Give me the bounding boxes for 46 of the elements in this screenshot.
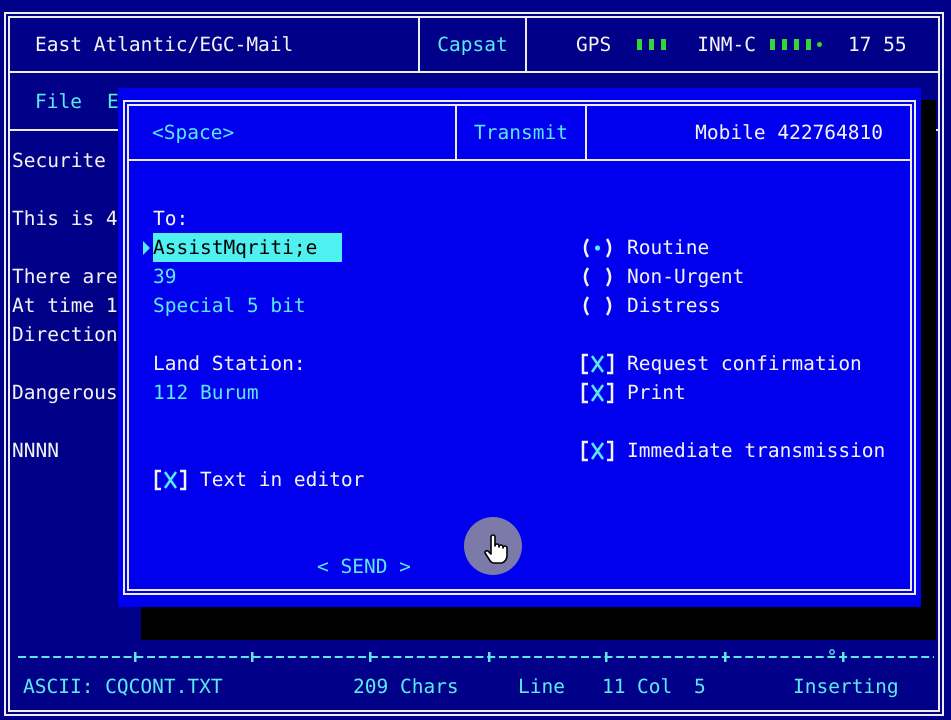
editor-line: This is 4: [12, 206, 118, 232]
checkbox-icon[interactable]: [580, 352, 615, 374]
triangle-marker-icon: [143, 240, 150, 254]
editor-line: NNNN: [12, 438, 59, 464]
signal-bars-icon: [770, 39, 822, 50]
column-label: Col: [637, 674, 672, 700]
checkbox-icon[interactable]: [153, 468, 188, 490]
file-status: ASCII: CQCONT.TXT: [23, 674, 223, 700]
dialog-title: Transmit: [474, 120, 568, 146]
app-name: Capsat: [437, 32, 508, 58]
hand-cursor-icon: [464, 517, 522, 575]
recipient-entry[interactable]: 39: [153, 262, 176, 291]
mode-indicator: Inserting: [793, 674, 899, 700]
signal-bars-icon: [637, 39, 666, 50]
menu-item[interactable]: File: [35, 86, 82, 116]
radio-label: Distress: [627, 293, 721, 319]
key-hint: <Space>: [152, 120, 234, 146]
line-number: 11: [602, 674, 626, 700]
clock-time: 17 55: [848, 32, 907, 58]
option-label: Text in editor: [200, 467, 364, 493]
editor-line: There are: [12, 264, 118, 290]
menu-item[interactable]: E: [106, 86, 119, 116]
to-label: To:: [153, 206, 188, 232]
gps-label: GPS: [576, 32, 612, 58]
option-label: Immediate transmission: [627, 438, 886, 464]
land-station-label: Land Station:: [153, 351, 306, 377]
editor-line: Direction: [12, 322, 118, 348]
column-number: 5: [694, 674, 706, 700]
recipient-entry[interactable]: Special 5 bit: [153, 291, 306, 320]
radio-label: Non-Urgent: [627, 264, 744, 290]
checkbox-icon[interactable]: [580, 440, 615, 462]
mobile-number: Mobile 422764810: [695, 120, 883, 146]
option-label: Print: [627, 380, 686, 406]
char-count: 209 Chars: [353, 674, 459, 700]
editor-line: Securite: [12, 148, 106, 174]
window-title: East Atlantic/EGC-Mail: [35, 32, 294, 58]
radio-label: Routine: [627, 235, 710, 261]
line-label: Line: [518, 674, 565, 700]
checkbox-icon[interactable]: [580, 382, 615, 404]
editor-line: At time 1: [12, 293, 118, 319]
recipient-entry[interactable]: AssistMqriti;e: [153, 233, 342, 262]
option-label: Request confirmation: [627, 351, 862, 377]
network-label: INM-C: [697, 32, 756, 58]
send-button[interactable]: < SEND >: [317, 552, 411, 581]
editor-line: Dangerous: [12, 380, 118, 406]
land-station-value: 112 Burum: [153, 380, 259, 406]
